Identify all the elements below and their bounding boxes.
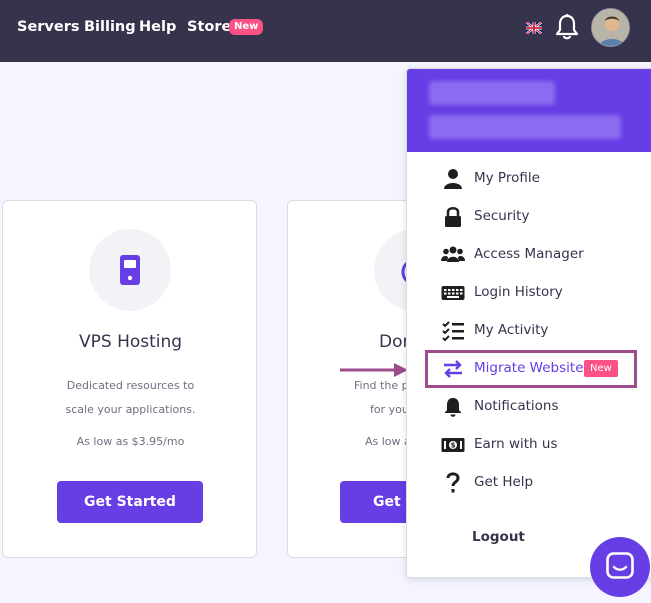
nav-servers[interactable]: Servers [17,19,80,35]
get-started-button[interactable]: Get Started [57,481,203,523]
menu-item-label: My Profile [474,170,540,186]
account-dropdown-menu: My Profile Security Access Manager Login… [406,68,651,578]
card-price: As low as $3.95/mo [76,435,185,448]
nav-help[interactable]: Help [139,19,176,35]
store-new-badge: New [229,19,264,35]
card-title: VPS Hosting [79,332,183,352]
account-header [407,69,651,152]
menu-item-label: Security [474,208,530,224]
users-icon [441,246,465,262]
menu-item-label: Get Help [474,474,534,490]
new-badge: New [584,360,618,377]
menu-item-get-help[interactable]: Get Help [407,464,651,502]
blurred-account-email [429,115,621,139]
menu-item-label: My Activity [474,322,549,338]
chat-launcher-button[interactable] [590,537,650,597]
logout-button[interactable]: Logout [472,529,525,545]
chat-icon [606,552,634,579]
keyboard-icon [441,286,465,300]
annotation-arrow-icon [340,363,408,377]
menu-item-label: Migrate Website [474,360,584,376]
menu-item-notifications[interactable]: Notifications [407,388,651,426]
menu-item-access-manager[interactable]: Access Manager [407,236,651,274]
server-icon [120,255,140,285]
nav-billing[interactable]: Billing [84,19,136,35]
bell-icon[interactable] [554,13,580,41]
question-icon [446,472,460,493]
uk-flag-icon[interactable] [526,22,542,34]
get-started-button[interactable]: Get S [340,481,410,523]
card-icon-background [89,229,171,311]
menu-item-label: Notifications [474,398,559,414]
card-price: As low a [365,435,411,448]
card-title: Dor [379,332,410,352]
blurred-account-name [429,81,555,105]
menu-item-label: Login History [474,284,563,300]
user-icon [444,169,462,189]
avatar[interactable] [591,8,630,47]
nav-store[interactable]: Store [187,19,231,35]
menu-item-label: Earn with us [474,436,558,452]
checklist-icon [442,321,464,342]
menu-item-security[interactable]: Security [407,198,651,236]
card-description: Find the p for you [354,379,409,416]
menu-item-my-activity[interactable]: My Activity [407,312,651,350]
svg-text:$: $ [451,442,456,450]
menu-item-label: Access Manager [474,246,584,262]
bell-icon [444,398,462,417]
lock-icon [445,207,461,227]
money-icon: $ [441,438,465,452]
vps-hosting-card: VPS Hosting Dedicated resources to scale… [2,200,257,558]
top-navigation-bar: Servers Billing Help Store New [0,0,651,62]
menu-item-migrate-website[interactable]: Migrate Website New [407,350,651,388]
menu-item-login-history[interactable]: Login History [407,274,651,312]
card-description: Dedicated resources to scale your applic… [65,379,196,416]
transfer-icon [444,360,462,378]
menu-item-earn-with-us[interactable]: $ Earn with us [407,426,651,464]
menu-item-my-profile[interactable]: My Profile [407,160,651,198]
